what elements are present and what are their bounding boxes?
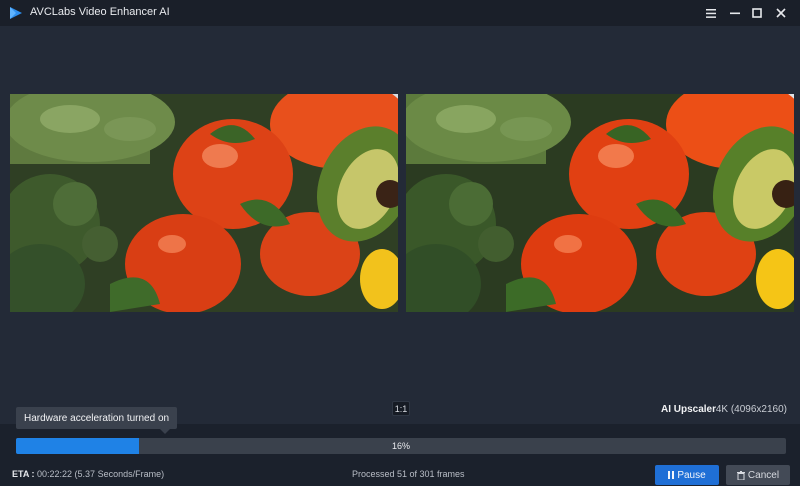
enhance-mode-label: AI Upscaler [660, 404, 716, 415]
maximize-icon [752, 8, 762, 18]
pause-label: Pause [677, 469, 706, 481]
output-resolution-label: 4K (4096x2160) [715, 404, 787, 415]
eta-value: 00:22:22 (5.37 Seconds/Frame) [37, 469, 165, 479]
trash-icon [736, 470, 745, 480]
pause-icon [668, 471, 675, 479]
progress-percent: 16% [391, 441, 410, 451]
maximize-button[interactable] [748, 4, 766, 22]
app-title: AVCLabs Video Enhancer AI [30, 6, 170, 18]
close-button[interactable] [772, 4, 790, 22]
zoom-ratio-button[interactable]: 1:1 [392, 401, 410, 416]
tooltip-arrow [160, 429, 170, 434]
preview-area [0, 26, 800, 424]
minimize-button[interactable] [726, 4, 744, 22]
cancel-label: Cancel [747, 469, 780, 481]
menu-button[interactable] [702, 4, 720, 22]
cancel-button[interactable]: Cancel [726, 465, 790, 485]
app-logo-icon [10, 7, 22, 19]
close-icon [776, 8, 786, 18]
tooltip-text: Hardware acceleration turned on [24, 412, 170, 424]
minimize-icon [730, 12, 740, 15]
pause-button[interactable]: Pause [655, 465, 719, 485]
enhanced-preview-image [406, 94, 794, 312]
progress-bar: 16% [16, 438, 786, 454]
processed-frames-text: Processed 51 of 301 frames [352, 469, 465, 479]
eta-label: ETA : [12, 469, 35, 479]
original-preview-image [10, 94, 398, 312]
eta-readout: ETA : 00:22:22 (5.37 Seconds/Frame) [12, 469, 164, 479]
hamburger-menu-icon [706, 8, 716, 18]
hardware-acceleration-tooltip: Hardware acceleration turned on [16, 407, 178, 429]
title-bar: AVCLabs Video Enhancer AI [0, 0, 800, 26]
